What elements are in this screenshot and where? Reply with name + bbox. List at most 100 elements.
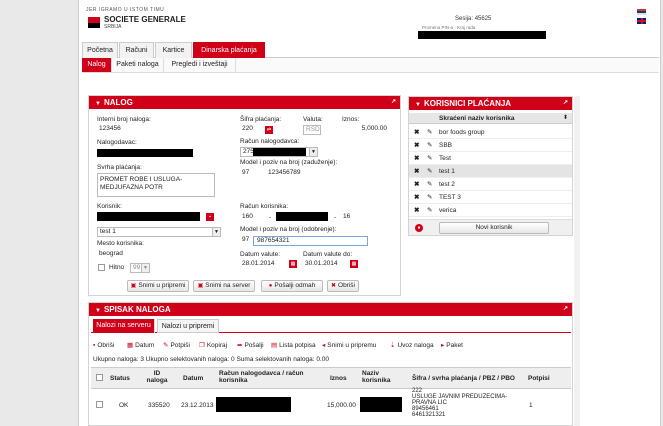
svrha-textarea[interactable]: PROMET ROBE I USLUGA- MEDJUFAZNA POTR [97, 173, 215, 197]
hitno-checkbox[interactable] [98, 264, 105, 271]
mesto-input[interactable]: beograd [97, 250, 215, 260]
edit-icon: ✎ [427, 168, 433, 175]
sifra-lookup-icon[interactable]: ⇄ [265, 126, 273, 134]
racun-kor-prefix[interactable]: 160 [240, 213, 260, 223]
model-zad-model[interactable]: 97 [240, 169, 260, 179]
datum-do-label: Datum valute do: [303, 251, 353, 258]
mesto-label: Mesto korisnika: [97, 240, 144, 247]
novi-korisnik-button[interactable]: Novi korisnik [439, 222, 549, 234]
valuta-input[interactable]: RSD [303, 125, 321, 135]
lista-potpisa-tb-button[interactable]: ▤ Lista potpisa [271, 340, 316, 351]
snimi-pripremu-tb-button[interactable]: ◂ Snimi u pripremu [322, 340, 376, 351]
delete-icon: ✖ [414, 142, 420, 149]
tab-pregledi[interactable]: Pregledi i izveštaji [164, 58, 236, 72]
snimi-pripremi-button[interactable]: ▣ Snimi u pripremi [127, 280, 189, 292]
col-datum[interactable]: Datum [183, 375, 203, 382]
tab-nalozi-server[interactable]: Nalozi na serveru [93, 319, 155, 333]
col-status[interactable]: Status [110, 375, 130, 382]
korisnici-panel: ▼ KORISNICI PLAĆANJA ↗ Skraćeni naziv kori… [408, 96, 573, 236]
send-icon: ➦ [237, 342, 243, 349]
delete-icon: ✖ [414, 181, 420, 188]
korisnik-select[interactable]: test 1 ▼ [97, 227, 221, 237]
row-iznos: 15,000.00 [327, 402, 356, 409]
list-item[interactable]: ✖ ✎ Test [409, 152, 572, 165]
add-icon[interactable]: ● [415, 224, 423, 232]
select-all-checkbox[interactable] [96, 374, 103, 381]
col-iznos[interactable]: Iznos [330, 375, 347, 382]
chevron-down-icon: ▼ [212, 228, 220, 236]
datum-do-input[interactable]: 30.01.2014 [303, 260, 347, 270]
slogan: JER IGRAMO U ISTOM TIMU [86, 7, 165, 13]
arrow-left-icon: ◂ [322, 342, 326, 349]
expand-icon[interactable]: ↗ [391, 96, 396, 109]
table-row[interactable]: OK 335520 23.12.2013 15,000.00 222 USLUG… [91, 388, 571, 426]
obrisi-button[interactable]: ✖ Obriši [327, 280, 359, 292]
flag-en-icon[interactable] [637, 18, 646, 24]
save-icon: ▣ [130, 283, 137, 289]
list-item[interactable]: ✖ ✎ verica [409, 204, 572, 217]
calendar-icon[interactable]: ▦ [289, 260, 297, 268]
expand-icon[interactable]: ↗ [563, 303, 568, 316]
scrollbar[interactable] [574, 96, 580, 426]
list-icon: ▤ [271, 342, 278, 349]
col-id[interactable]: ID naloga [146, 370, 168, 384]
close-icon: ✖ [330, 283, 337, 289]
spisak-summary: Ukupno naloga: 3 Ukupno selektovanih nal… [93, 356, 329, 363]
chevron-down-icon: ▼ [309, 148, 317, 156]
model-odo-input[interactable]: 987654321 [253, 236, 368, 246]
edit-icon: ✎ [427, 129, 433, 136]
delete-icon: ✖ [414, 129, 420, 136]
obrisi-tb-button[interactable]: ▪ Obriši [93, 340, 114, 351]
iznos-label: Iznos: [342, 116, 360, 123]
list-item[interactable]: ✖ ✎ bor foods group [409, 126, 572, 139]
tab-nalog[interactable]: Nalog [82, 58, 112, 72]
flag-sr-icon[interactable] [637, 9, 646, 15]
col-naziv[interactable]: Naziv korisnika [362, 370, 398, 384]
iznos-input[interactable]: 5,000.00 [325, 125, 389, 135]
tab-pocetna[interactable]: Početna [82, 42, 118, 58]
korisnici-column-header[interactable]: Skraćeni naziv korisnika ⬍ [409, 113, 572, 124]
model-zad-input[interactable]: 123456789 [266, 169, 368, 179]
posalji-tb-button[interactable]: ➦ Pošalji [237, 340, 264, 351]
calendar-do-icon[interactable]: ▦ [350, 260, 358, 268]
list-item-selected[interactable]: ✖ ✎ test 1 [409, 165, 572, 178]
spisak-header: ▼ SPISAK NALOGA ↗ [89, 303, 572, 316]
tab-kartice[interactable]: Kartice [155, 42, 192, 58]
kopiraj-tb-button[interactable]: ❐ Kopiraj [199, 340, 227, 351]
tab-dinarska-placanja[interactable]: Dinarska plaćanja [193, 42, 265, 58]
edit-icon: ✎ [427, 207, 433, 214]
uvoz-naloga-tb-button[interactable]: ⇣ Uvoz naloga [390, 340, 434, 351]
datum-tb-button[interactable]: ▦ Datum [127, 340, 154, 351]
delete-icon: ✖ [414, 168, 420, 175]
row-checkbox[interactable] [96, 401, 103, 408]
spisak-toolbar: ▪ Obriši ▦ Datum ✎ Potpiši ❐ Kopiraj ➦ Pošalj… [93, 340, 513, 351]
sort-icon[interactable]: ⬍ [563, 114, 568, 121]
delete-korisnik-icon[interactable]: ▪ [206, 213, 214, 221]
korisnici-header: ▼ KORISNICI PLAĆANJA ↗ [409, 97, 572, 110]
header-links[interactable]: Promena PIN-a · Kraj rada [422, 25, 475, 30]
racun-kor-suffix[interactable]: 16 [341, 213, 361, 223]
sifra-input[interactable]: 220 [240, 125, 262, 135]
sifra-label: Šifra plaćanja: [240, 116, 282, 123]
col-racun[interactable]: Račun nalogodavca / račun korisnika [219, 370, 311, 384]
delete-icon: ✖ [414, 155, 420, 162]
hitno-select[interactable]: 99 ▼ [130, 263, 150, 273]
datum-input[interactable]: 28.01.2014 [240, 260, 286, 270]
col-potpisi[interactable]: Potpisi [528, 375, 550, 382]
tab-paketi-naloga[interactable]: Paketi naloga [112, 58, 164, 72]
list-item[interactable]: ✖ ✎ test 2 [409, 178, 572, 191]
bank-name: SOCIETE GENERALE [104, 15, 186, 24]
col-sifra[interactable]: Šifra / svrha plaćanja / PBZ / PBO [412, 375, 515, 382]
list-item[interactable]: ✖ ✎ TEST 3 [409, 191, 572, 204]
snimi-server-button[interactable]: ▣ Snimi na server [193, 280, 255, 292]
list-item[interactable]: ✖ ✎ SBB [409, 139, 572, 152]
edit-icon: ✎ [427, 181, 433, 188]
tab-racuni[interactable]: Računi [119, 42, 154, 58]
paket-tb-button[interactable]: ▸ Paket [441, 340, 463, 351]
expand-icon[interactable]: ↗ [563, 97, 568, 110]
korisnik-label: Korisnik: [97, 203, 122, 210]
tab-nalozi-pripremi[interactable]: Nalozi u pripremi [157, 319, 219, 333]
potpisi-tb-button[interactable]: ✎ Potpiši [163, 340, 190, 351]
posalji-odmah-button[interactable]: ● Pošalji odmah [261, 280, 323, 292]
interni-input[interactable]: 123456 [97, 125, 215, 135]
